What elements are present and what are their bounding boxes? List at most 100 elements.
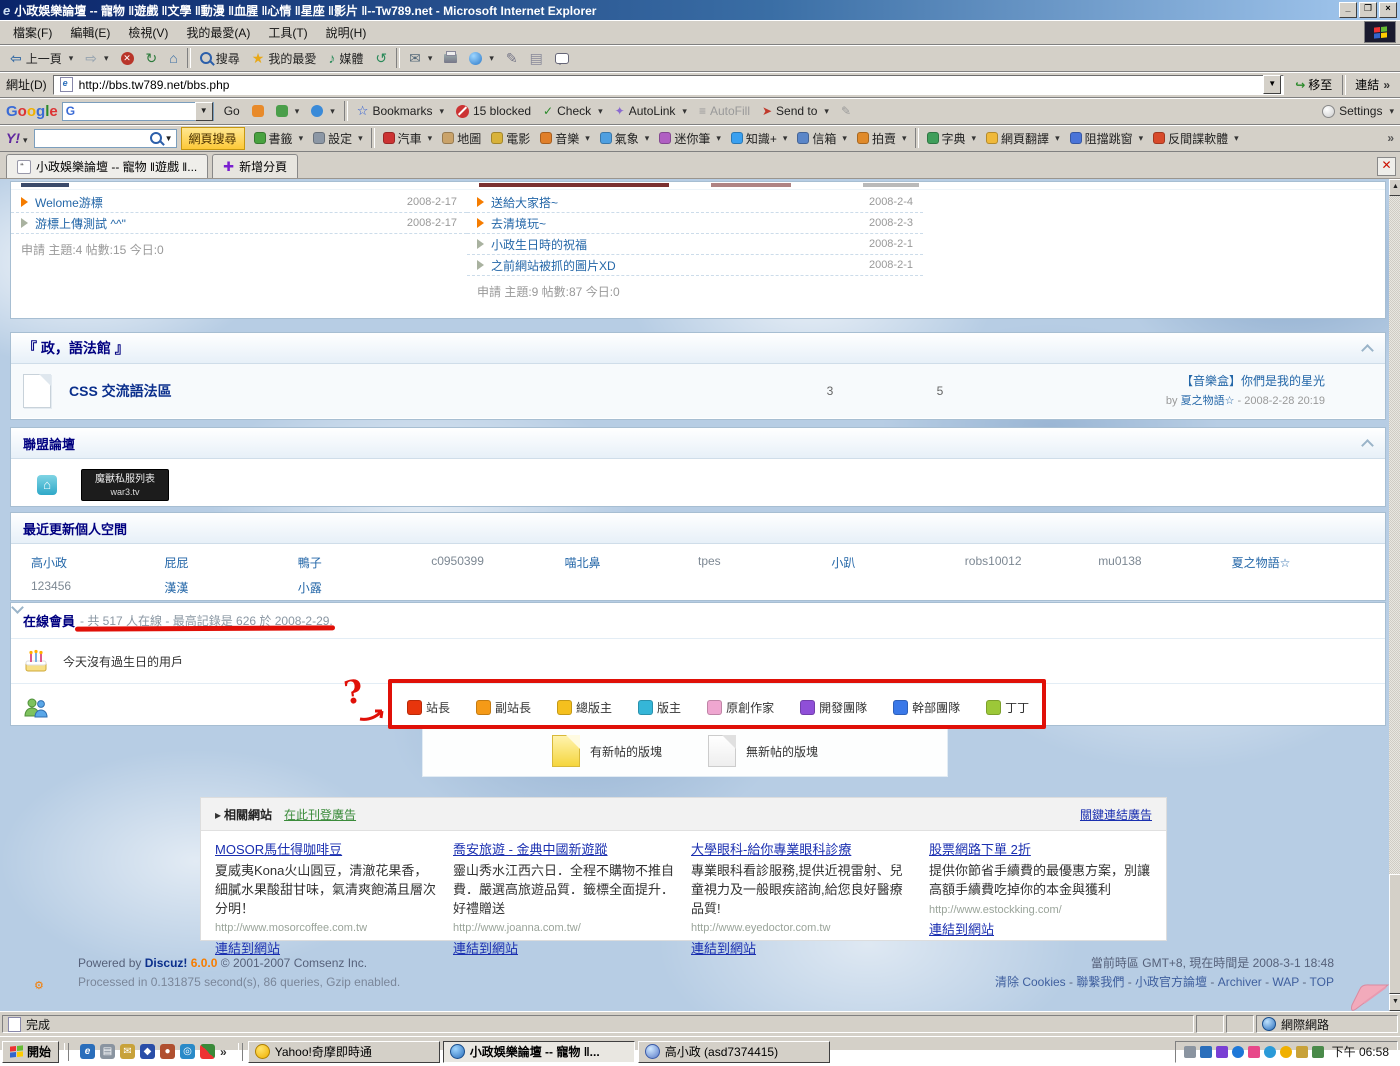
edit-button[interactable]: ✎ — [500, 49, 524, 67]
space-user-link[interactable]: 123456 — [31, 579, 164, 596]
google-spellcheck-button[interactable]: ✓Check — [537, 104, 609, 118]
tab-active[interactable]: 小政娛樂論壇 -- 寵物 ‖遊戲 ‖... — [6, 154, 208, 178]
new-tab-button[interactable]: ✚新增分頁 — [212, 154, 298, 178]
google-bookmarks-button[interactable]: ☆Bookmarks — [351, 103, 450, 119]
scroll-up-button[interactable]: ▲ — [1389, 179, 1400, 196]
google-comment-button[interactable] — [305, 105, 341, 117]
space-user-link[interactable]: 喵北鼻 — [565, 554, 698, 571]
history-button[interactable]: ↺ — [369, 49, 393, 67]
home-button[interactable]: ⌂ — [163, 49, 183, 67]
menu-tools[interactable]: 工具(T) — [259, 21, 316, 44]
space-user-link[interactable]: 屁屁 — [164, 554, 297, 571]
messenger-button[interactable] — [463, 50, 500, 67]
shield-quicklaunch-icon[interactable]: ◆ — [140, 1044, 155, 1059]
desktop-quicklaunch-icon[interactable]: ▤ — [100, 1044, 115, 1059]
yahoo-maps-button[interactable]: 地圖 — [437, 130, 486, 147]
task-ie-forum[interactable]: 小政娛樂論壇 -- 寵物 ‖... — [443, 1041, 635, 1063]
thread-link[interactable]: 小政生日時的祝福 — [491, 236, 861, 253]
top-link[interactable]: TOP — [1310, 975, 1334, 989]
google-autofill-button[interactable]: ≡AutoFill — [693, 104, 756, 118]
address-input[interactable] — [77, 77, 1264, 93]
forward-button[interactable]: ⇨ — [79, 49, 114, 67]
collapse-chevron-icon[interactable] — [1361, 342, 1373, 354]
search-button[interactable]: 搜尋 — [194, 48, 246, 69]
taskbar-clock[interactable]: 下午 06:58 — [1332, 1043, 1389, 1060]
menu-file[interactable]: 檔案(F) — [4, 21, 61, 44]
mail-quicklaunch-icon[interactable]: ✉ — [120, 1044, 135, 1059]
yahoo-search-input[interactable] — [38, 130, 150, 147]
google-go-button[interactable]: Go — [218, 104, 246, 118]
yahoo-popup-blocker-button[interactable]: 阻擋跳窗 — [1065, 130, 1149, 147]
thread-link[interactable]: 游標上傳測試 ^^" — [35, 215, 399, 232]
thread-link[interactable]: Welome游標 — [35, 194, 399, 211]
space-user-link[interactable]: 小露 — [298, 579, 431, 596]
google-pagerank-button[interactable] — [270, 105, 306, 117]
yahoo-mail-button[interactable]: 信箱 — [792, 130, 852, 147]
menu-help[interactable]: 說明(H) — [317, 21, 376, 44]
google-sendto-button[interactable]: ➤Send to — [756, 104, 835, 118]
menu-view[interactable]: 檢視(V) — [119, 21, 177, 44]
menu-edit[interactable]: 編輯(E) — [61, 21, 119, 44]
yahoo-settings-button[interactable]: 設定 — [308, 130, 368, 147]
yahoo-notepad-button[interactable]: 迷你筆 — [654, 130, 726, 147]
space-user-link[interactable]: 小趴 — [831, 554, 964, 571]
scrollbar-thumb[interactable] — [1389, 874, 1400, 994]
favorites-button[interactable]: ★我的最愛 — [246, 48, 323, 69]
yahoo-auction-button[interactable]: 拍賣 — [852, 130, 912, 147]
links-button[interactable]: 連結» — [1349, 74, 1396, 95]
yahoo-overflow-button[interactable]: » — [1387, 131, 1394, 145]
google-search-dropdown[interactable]: ▼ — [195, 102, 213, 121]
quicklaunch-overflow-button[interactable]: » — [220, 1045, 227, 1059]
tray-icon[interactable] — [1216, 1046, 1228, 1058]
yahoo-logo[interactable]: Y! — [6, 130, 28, 146]
war3-banner-link[interactable]: 魔獸私服列表 war3.tv — [81, 469, 169, 501]
clear-cookies-link[interactable]: 清除 Cookies — [995, 975, 1066, 989]
home-icon[interactable]: ⌂ — [37, 475, 57, 495]
yahoo-music-button[interactable]: 音樂 — [535, 130, 595, 147]
discuz-link[interactable]: Discuz! — [145, 956, 188, 970]
volume-tray-icon[interactable] — [1184, 1046, 1196, 1058]
media-button[interactable]: ♪媒體 — [322, 48, 369, 69]
tray-icon[interactable] — [1264, 1046, 1276, 1058]
contact-link[interactable]: 聯繫我們 — [1076, 975, 1124, 989]
menu-favorites[interactable]: 我的最愛(A) — [177, 21, 259, 44]
tray-icon[interactable] — [1232, 1046, 1244, 1058]
google-search-input[interactable] — [78, 103, 195, 120]
tab-bar-close-button[interactable]: ✕ — [1377, 157, 1396, 176]
lastpost-title-link[interactable]: 【音樂盒】你們是我的星光 — [1181, 374, 1325, 388]
grid-quicklaunch-icon[interactable] — [200, 1044, 215, 1059]
address-dropdown-button[interactable]: ▼ — [1263, 75, 1281, 94]
task-yahoo-messenger[interactable]: Yahoo!奇摩即時通 — [248, 1041, 440, 1063]
collapse-chevron-icon[interactable] — [1361, 437, 1373, 449]
maximize-button[interactable]: ❐ — [1359, 2, 1377, 18]
space-user-link[interactable]: mu0138 — [1098, 554, 1231, 571]
post-ad-link[interactable]: 在此刊登廣告 — [284, 806, 356, 823]
minimize-button[interactable]: _ — [1339, 2, 1357, 18]
tray-icon[interactable] — [1248, 1046, 1260, 1058]
google-highlight-button[interactable]: ✎ — [835, 104, 857, 118]
archiver-link[interactable]: Archiver — [1218, 975, 1262, 989]
tray-icon[interactable] — [1312, 1046, 1324, 1058]
yahoo-translate-button[interactable]: 網頁翻譯 — [981, 130, 1065, 147]
space-user-link[interactable]: 漢漢 — [164, 579, 297, 596]
yahoo-knowledge-button[interactable]: 知識+ — [726, 130, 793, 147]
ad-title-link[interactable]: 股票網路下單 2折 — [929, 841, 1151, 860]
space-user-link[interactable]: tpes — [698, 554, 831, 571]
yahoo-movies-button[interactable]: 電影 — [486, 130, 535, 147]
yahoo-bookmarks-button[interactable]: 書籤 — [249, 130, 309, 147]
discuss-button[interactable] — [549, 51, 575, 66]
tray-icon[interactable] — [1280, 1046, 1292, 1058]
pet-quicklaunch-icon[interactable]: ● — [160, 1044, 175, 1059]
yahoo-search-dropdown[interactable]: ▼ — [165, 134, 173, 143]
ie-quicklaunch-icon[interactable]: e — [80, 1044, 95, 1059]
forum-name-link[interactable]: CSS 交流語法區 — [69, 381, 775, 401]
space-user-link[interactable]: c0950399 — [431, 554, 564, 571]
print-button[interactable] — [438, 52, 463, 65]
lastpost-user-link[interactable]: 夏之物語☆ — [1181, 395, 1235, 407]
google-autolink-button[interactable]: ✦AutoLink — [609, 104, 693, 118]
wap-link[interactable]: WAP — [1272, 975, 1299, 989]
tray-icon[interactable] — [1296, 1046, 1308, 1058]
official-forum-link[interactable]: 小政官方論壇 — [1135, 975, 1207, 989]
start-button[interactable]: 開始 — [2, 1041, 59, 1063]
yahoo-dictionary-button[interactable]: 字典 — [922, 130, 982, 147]
